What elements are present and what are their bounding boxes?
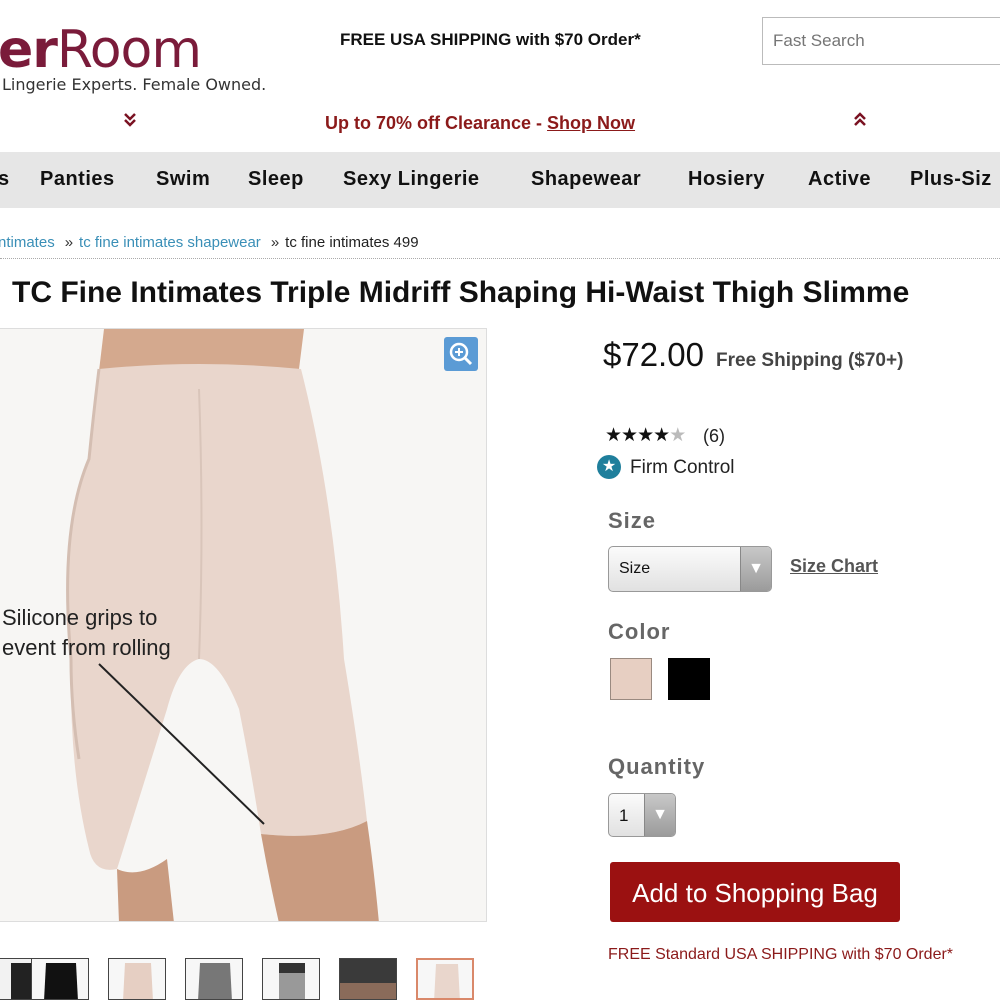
star-badge-icon: ★	[597, 455, 621, 479]
breadcrumb-link-shapewear[interactable]: tc fine intimates shapewear	[79, 234, 261, 251]
star-empty-icon: ★	[669, 425, 686, 446]
breadcrumb-link-intimates[interactable]: ntimates	[0, 234, 55, 251]
color-label: Color	[608, 619, 671, 644]
quantity-select[interactable]: 1 ▼	[608, 793, 676, 837]
nav-item-hosiery[interactable]: Hosiery	[688, 168, 765, 191]
image-caption: Silicone grips to event from rolling	[2, 603, 171, 663]
breadcrumb-current: tc fine intimates 499	[285, 234, 419, 251]
chevron-double-down-icon[interactable]	[120, 112, 140, 133]
shop-now-link[interactable]: Shop Now	[547, 113, 635, 133]
shipping-promo: FREE USA SHIPPING with $70 Order*	[340, 30, 641, 49]
size-chart-link[interactable]: Size Chart	[790, 556, 878, 577]
nav-item-active[interactable]: Active	[808, 168, 871, 191]
breadcrumb: ntimates » tc fine intimates shapewear » tc …	[0, 234, 419, 251]
clearance-banner: Up to 70% off Clearance - Shop Now	[325, 113, 636, 133]
image-caption-line: Silicone grips to	[2, 605, 158, 630]
site-logo[interactable]: erRoom	[0, 24, 202, 76]
product-thumbnail[interactable]	[31, 958, 89, 1000]
color-swatch-nude[interactable]	[610, 658, 652, 700]
breadcrumb-separator: »	[64, 234, 74, 251]
control-level: Firm Control	[630, 457, 735, 478]
star-rating[interactable]: ★★★★★	[605, 424, 686, 447]
site-tagline: Lingerie Experts. Female Owned.	[2, 75, 267, 94]
product-thumbnail-selected[interactable]	[416, 958, 474, 1000]
product-thumbnail[interactable]	[339, 958, 397, 1000]
chevron-down-icon: ▼	[740, 547, 771, 591]
star-icon: ★	[637, 425, 654, 446]
free-standard-shipping-note: FREE Standard USA SHIPPING with $70 Orde…	[608, 946, 954, 963]
nav-item-shapewear[interactable]: Shapewear	[531, 168, 641, 191]
size-select[interactable]: Size ▼	[608, 546, 772, 592]
product-price: $72.00	[603, 336, 704, 373]
page-title: TC Fine Intimates Triple Midriff Shaping…	[12, 276, 910, 309]
zoom-in-icon[interactable]	[444, 337, 478, 371]
product-thumbnail[interactable]	[108, 958, 166, 1000]
breadcrumb-separator: »	[270, 234, 280, 251]
nav-item-partial[interactable]: s	[0, 168, 10, 191]
star-icon: ★	[605, 425, 622, 446]
nav-item-plus-size[interactable]: Plus-Siz	[910, 168, 992, 191]
chevron-down-icon: ▼	[644, 794, 675, 836]
size-select-value: Size	[619, 560, 651, 577]
divider	[0, 258, 1000, 259]
chevron-double-up-icon[interactable]	[850, 112, 870, 133]
color-swatch-black[interactable]	[668, 658, 710, 700]
size-label: Size	[608, 508, 657, 533]
product-thumbnail[interactable]	[185, 958, 243, 1000]
quantity-select-value: 1	[619, 806, 629, 825]
search-input[interactable]	[762, 17, 1000, 65]
free-shipping-note: Free Shipping ($70+)	[716, 350, 904, 371]
star-icon: ★	[653, 425, 670, 446]
review-count[interactable]: (6)	[703, 426, 725, 447]
nav-item-swim[interactable]: Swim	[156, 168, 210, 191]
nav-item-panties[interactable]: Panties	[40, 168, 115, 191]
nav-item-sexy-lingerie[interactable]: Sexy Lingerie	[343, 168, 480, 191]
add-to-bag-button[interactable]: Add to Shopping Bag	[610, 862, 900, 922]
star-icon: ★	[621, 425, 638, 446]
quantity-label: Quantity	[608, 754, 706, 779]
image-caption-line: event from rolling	[2, 635, 171, 660]
product-thumbnail[interactable]	[262, 958, 320, 1000]
nav-item-sleep[interactable]: Sleep	[248, 168, 304, 191]
